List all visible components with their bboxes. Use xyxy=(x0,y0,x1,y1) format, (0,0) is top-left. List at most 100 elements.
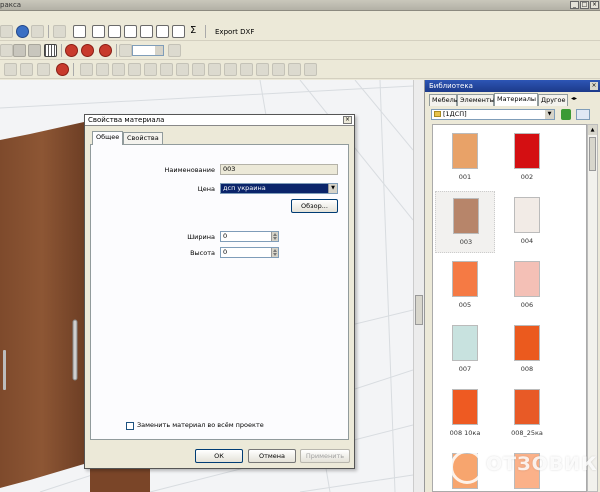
report-export-icon[interactable] xyxy=(156,25,169,38)
same-height-icon[interactable] xyxy=(224,63,237,76)
folder-up-icon[interactable] xyxy=(561,109,571,120)
tab-materials[interactable]: Материалы xyxy=(494,93,538,106)
close-icon[interactable]: × xyxy=(590,1,599,9)
spinner-icon[interactable] xyxy=(271,232,278,241)
zoom-icon[interactable] xyxy=(119,44,132,57)
material-item[interactable]: 002 xyxy=(497,127,557,189)
material-label: 005 xyxy=(458,301,472,309)
report-search-icon[interactable] xyxy=(108,25,121,38)
save-icon[interactable] xyxy=(53,25,66,38)
tab-elements[interactable]: Элементы xyxy=(457,94,495,106)
minimize-icon[interactable]: _ xyxy=(570,1,579,9)
material-item[interactable]: 004 xyxy=(497,191,557,253)
watermark-text: ОТЗОВИК xyxy=(486,453,598,475)
material-item[interactable]: 006 xyxy=(497,255,557,317)
align-middle-icon[interactable] xyxy=(144,63,157,76)
chevron-down-icon[interactable]: ▼ xyxy=(545,110,554,119)
replace-in-project-checkbox[interactable] xyxy=(126,422,134,430)
height-spinbox[interactable]: 0 xyxy=(220,247,279,258)
zoom-combo[interactable] xyxy=(132,45,164,56)
cut-icon[interactable] xyxy=(0,25,13,38)
align-left-icon[interactable] xyxy=(80,63,93,76)
undo-icon[interactable] xyxy=(16,25,29,38)
material-item[interactable]: 003 xyxy=(435,191,495,253)
wardrobe-handle xyxy=(72,319,78,381)
report-print-icon[interactable] xyxy=(172,25,185,38)
price-label: Цена xyxy=(197,185,215,193)
cancel-move-icon[interactable] xyxy=(56,63,69,76)
distribute-h-icon[interactable] xyxy=(176,63,189,76)
scrollbar-thumb[interactable] xyxy=(589,137,596,171)
align-top-icon[interactable] xyxy=(128,63,141,76)
cancel-button[interactable]: Отмена xyxy=(248,449,296,463)
watermark-logo-icon xyxy=(450,450,484,484)
toolbar-separator xyxy=(116,44,117,57)
snap-icon[interactable] xyxy=(81,44,94,57)
price-select[interactable]: дсп украина ▼ xyxy=(220,183,338,194)
wardrobe xyxy=(0,122,84,488)
report-icon[interactable] xyxy=(92,25,105,38)
material-swatch xyxy=(514,197,540,233)
ok-button[interactable]: ОК xyxy=(195,449,243,463)
rotate-icon[interactable] xyxy=(13,44,26,57)
stretch-h-icon[interactable] xyxy=(256,63,269,76)
price-value: дсп украина xyxy=(223,184,266,192)
tab-properties[interactable]: Свойства xyxy=(123,132,163,144)
materials-list[interactable]: 001 002 003 004 005 006 007 008 008 10ка 008_25ка… xyxy=(432,124,587,492)
viewport-scrollbar[interactable] xyxy=(413,80,424,492)
tab-furniture[interactable]: Мебель xyxy=(429,94,458,106)
select-icon[interactable] xyxy=(0,44,13,57)
maximize-icon[interactable]: □ xyxy=(580,1,589,9)
measure-icon[interactable] xyxy=(28,44,41,57)
scrollbar-thumb[interactable] xyxy=(415,295,423,325)
material-item[interactable]: 007 xyxy=(435,319,495,381)
same-width-icon[interactable] xyxy=(208,63,221,76)
chevron-down-icon[interactable]: ▼ xyxy=(328,184,337,193)
align-center-icon[interactable] xyxy=(96,63,109,76)
stretch-v-icon[interactable] xyxy=(272,63,285,76)
toolbar-align xyxy=(0,60,600,79)
material-swatch xyxy=(452,133,478,169)
library-scrollbar[interactable]: ▲ xyxy=(587,124,598,492)
export-dxf-button[interactable]: Export DXF xyxy=(210,25,259,39)
tab-general[interactable]: Общее xyxy=(92,131,124,145)
properties-icon[interactable] xyxy=(73,25,86,38)
move-icon[interactable] xyxy=(4,63,17,76)
redo-icon[interactable] xyxy=(31,25,44,38)
height-value: 0 xyxy=(223,248,228,256)
apply-button[interactable]: Применить xyxy=(300,449,350,463)
close-icon[interactable]: × xyxy=(590,82,598,90)
same-depth-icon[interactable] xyxy=(240,63,253,76)
close-icon[interactable]: × xyxy=(343,116,352,124)
library-path-combo[interactable]: [1ДСП] ▼ xyxy=(431,109,555,120)
tab-scroll-icon[interactable]: ◂▸ xyxy=(571,95,577,102)
move-up-icon[interactable] xyxy=(20,63,33,76)
tab-other[interactable]: Другое xyxy=(538,94,568,106)
width-spinbox[interactable]: 0 xyxy=(220,231,279,242)
zoom-fit-icon[interactable] xyxy=(168,44,181,57)
spinner-icon[interactable] xyxy=(271,248,278,257)
mirror-icon[interactable] xyxy=(304,63,317,76)
report-list-icon[interactable] xyxy=(140,25,153,38)
view-mode-icon[interactable] xyxy=(576,109,590,120)
magnet-icon[interactable] xyxy=(65,44,78,57)
align-right-icon[interactable] xyxy=(112,63,125,76)
material-item[interactable]: 008 10ка xyxy=(435,383,495,445)
grid-icon[interactable] xyxy=(44,44,57,57)
browse-button[interactable]: Обзор... xyxy=(291,199,338,213)
sigma-icon[interactable]: Σ xyxy=(190,25,196,36)
material-item[interactable]: 005 xyxy=(435,255,495,317)
snap-point-icon[interactable] xyxy=(99,44,112,57)
title-bar: ракса _ □ × xyxy=(0,0,600,11)
material-item[interactable]: 001 xyxy=(435,127,495,189)
material-item[interactable]: 008 xyxy=(497,319,557,381)
move-down-icon[interactable] xyxy=(37,63,50,76)
toolbar-separator xyxy=(73,63,74,76)
dialog-tab-panel: Наименование 003 Цена дсп украина ▼ Обзо… xyxy=(90,144,349,440)
material-item[interactable]: 008_25ка xyxy=(497,383,557,445)
stretch-d-icon[interactable] xyxy=(288,63,301,76)
distribute-v-icon[interactable] xyxy=(192,63,205,76)
scroll-up-icon[interactable]: ▲ xyxy=(588,125,597,135)
report-table-icon[interactable] xyxy=(124,25,137,38)
align-bottom-icon[interactable] xyxy=(160,63,173,76)
